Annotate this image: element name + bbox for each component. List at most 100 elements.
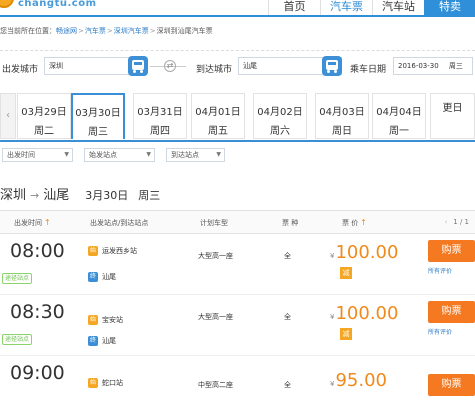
filter-bar: 出发时间 ▼ 始发站点 ▼ 到达站点 ▼ [0, 148, 475, 164]
more-dates-label: 更日 [442, 103, 463, 114]
route-to: 汕尾 [43, 188, 70, 203]
currency-symbol: ¥ [330, 380, 335, 388]
date-tab-week: 周三 [88, 127, 108, 138]
discount-badge: 减 [340, 328, 352, 340]
breadcrumb-separator: > [78, 27, 84, 35]
via-stations-tag[interactable]: 途径站点 [2, 334, 33, 345]
from-bus-icon[interactable] [128, 56, 148, 76]
date-input[interactable]: 2016-03-30 周三 [393, 57, 473, 75]
all-reviews-link[interactable]: 所有评价 [428, 266, 452, 275]
date-tab[interactable]: 04月01日 周五 [191, 93, 245, 139]
arrow-right-icon: → [30, 189, 40, 202]
departure-time: 09:00 [10, 362, 65, 384]
date-input-value: 2016-03-30 [398, 62, 439, 70]
date-tab[interactable]: 04月02日 周六 [253, 93, 307, 139]
table-header: 出发时间 ↑ 出发站点/到达站点 计划车型 票 种 票 价 ↑ ‹ 1 / 1 [0, 210, 475, 234]
chevron-down-icon: ▼ [146, 151, 151, 158]
arrival-station-name: 汕尾 [102, 337, 116, 345]
filter-departure-time[interactable]: 出发时间 ▼ [2, 148, 73, 162]
site-logo-text[interactable]: changtu.com [18, 0, 97, 9]
breadcrumb-link-shenzhen[interactable]: 深圳汽车票 [114, 27, 149, 35]
pager-text: 1 / 1 [453, 218, 469, 226]
date-tab-date: 04月01日 [195, 107, 241, 118]
date-tab-date: 04月02日 [257, 107, 303, 118]
date-label: 乘车日期 [350, 65, 387, 75]
more-dates-button[interactable]: 更日 [430, 93, 475, 139]
breadcrumb-prefix: 您当前所在位置： [0, 27, 56, 35]
departure-time: 08:30 [10, 301, 65, 323]
all-reviews-link[interactable]: 所有评价 [428, 327, 452, 336]
breadcrumb-link-home[interactable]: 畅途网 [56, 27, 77, 35]
date-tab-week: 周一 [389, 126, 409, 137]
sort-by-price[interactable]: 票 价 ↑ [342, 218, 367, 228]
nav-bus-stations[interactable]: 汽车站 [372, 0, 424, 16]
departure-station-name: 蛇口站 [102, 379, 123, 387]
date-tab-date: 03月30日 [75, 108, 121, 119]
table-row: 08:30 途径站点 始宝安站 终汕尾 大型高一座 全 ¥100.00 减 购票… [0, 295, 475, 356]
main-nav: 首页 汽车票 汽车站 特卖 [268, 0, 475, 16]
pager-prev-icon[interactable]: ‹ [444, 218, 447, 226]
departure-station: 始蛇口站 [88, 378, 123, 388]
table-row: 09:00 始蛇口站 中型高二座 全 ¥95.00 购票 [0, 356, 475, 400]
departure-station: 始运发西乡站 [88, 246, 137, 256]
date-tab-week: 周四 [150, 126, 170, 137]
sort-up-icon: ↑ [360, 218, 367, 227]
route-weekday: 周三 [138, 189, 161, 202]
start-badge: 始 [88, 378, 98, 388]
date-tab-active[interactable]: 03月30日 周三 [71, 93, 125, 139]
route-from: 深圳 [0, 188, 27, 203]
ticket-kind: 全 [284, 252, 291, 260]
logo-icon[interactable] [0, 0, 14, 8]
departure-station-name: 宝安站 [102, 316, 123, 324]
buy-ticket-button[interactable]: 购票 [428, 240, 475, 262]
ticket-price: ¥100.00 [330, 242, 398, 263]
from-city-label: 出发城市 [2, 65, 39, 75]
pager: ‹ 1 / 1 [444, 218, 469, 226]
header-stations: 出发站点/到达站点 [90, 219, 149, 227]
via-stations-tag[interactable]: 途径站点 [2, 273, 33, 284]
start-badge: 始 [88, 315, 98, 325]
currency-symbol: ¥ [330, 313, 335, 321]
breadcrumb-separator: > [106, 27, 113, 35]
price-amount: 100.00 [335, 242, 399, 263]
breadcrumb-link-bus-tickets[interactable]: 汽车票 [85, 27, 106, 35]
chevron-down-icon: ▼ [64, 151, 69, 158]
date-tab[interactable]: 04月04日 周一 [372, 93, 426, 139]
bus-type: 中型高二座 [198, 381, 233, 389]
to-city-label: 到达城市 [196, 65, 233, 75]
filter-departure-station[interactable]: 始发站点 ▼ [84, 148, 155, 162]
swap-cities-icon[interactable]: ⇄ [164, 60, 176, 72]
currency-symbol: ¥ [330, 252, 335, 260]
arrival-station: 终汕尾 [88, 336, 116, 346]
chevron-down-icon: ▼ [216, 151, 221, 158]
date-tab-date: 03月29日 [21, 107, 67, 118]
departure-station-name: 运发西乡站 [102, 247, 137, 255]
nav-home[interactable]: 首页 [268, 0, 320, 16]
sort-by-time[interactable]: 出发时间 ↑ [14, 218, 51, 228]
buy-ticket-button[interactable]: 购票 [428, 374, 475, 396]
bus-type: 大型高一座 [198, 252, 233, 260]
nav-special-sale[interactable]: 特卖 [424, 0, 475, 16]
nav-bus-tickets[interactable]: 汽车票 [320, 0, 372, 16]
date-tab[interactable]: 04月03日 周日 [315, 93, 369, 139]
price-amount: 100.00 [335, 303, 399, 324]
breadcrumb-current: 深圳到汕尾汽车票 [156, 27, 213, 35]
table-row: 08:00 途径站点 始运发西乡站 终汕尾 大型高一座 全 ¥100.00 减 … [0, 234, 475, 295]
date-tab[interactable]: 03月29日 周二 [17, 93, 71, 139]
date-tab-week: 周二 [34, 126, 54, 137]
to-bus-icon[interactable] [322, 56, 342, 76]
departure-time: 08:00 [10, 240, 65, 262]
route-heading: 深圳 → 汕尾 3月30日 周三 [0, 184, 160, 203]
filter-arrival-station[interactable]: 到达站点 ▼ [166, 148, 225, 162]
date-tab[interactable]: 03月31日 周四 [133, 93, 187, 139]
prev-date-arrow-icon[interactable]: ‹ [0, 93, 16, 139]
sort-up-icon: ↑ [44, 218, 51, 227]
end-badge: 终 [88, 336, 98, 346]
buy-ticket-button[interactable]: 购票 [428, 301, 475, 323]
date-selector-underline [0, 140, 475, 142]
arrival-station: 终汕尾 [88, 272, 116, 282]
top-header: changtu.com 首页 汽车票 汽车站 特卖 [0, 0, 475, 17]
breadcrumb: 您当前所在位置：畅途网>汽车票>深圳汽车票>深圳到汕尾汽车票 [0, 26, 213, 36]
price-amount: 95.00 [335, 370, 387, 391]
date-input-weekday: 周三 [448, 62, 463, 70]
